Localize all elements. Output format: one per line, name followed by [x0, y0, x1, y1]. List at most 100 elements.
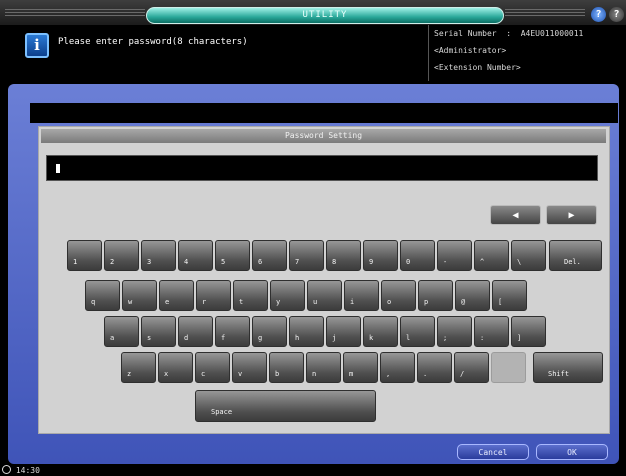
ok-button[interactable]: OK — [536, 444, 608, 460]
key-4-3[interactable]: c — [195, 352, 230, 383]
key-3-10[interactable]: ; — [437, 316, 472, 347]
header-stripes-right — [505, 9, 585, 17]
key-label: 1 — [73, 258, 78, 266]
key-label: \ — [517, 258, 522, 266]
key-label: c — [201, 370, 206, 378]
key-label: q — [91, 298, 96, 306]
key-2-11[interactable]: @ — [455, 280, 490, 311]
clock-time: 14:30 — [15, 466, 40, 475]
key-1-4[interactable]: 4 — [178, 240, 213, 271]
key-label: k — [369, 334, 374, 342]
key-label: s — [147, 334, 152, 342]
key-label: : — [480, 334, 485, 342]
key-label: l — [406, 334, 411, 342]
key-3-12[interactable]: ] — [511, 316, 546, 347]
key-2-3[interactable]: e — [159, 280, 194, 311]
delete-key[interactable]: Del. — [549, 240, 602, 271]
key-label: ; — [443, 334, 448, 342]
key-1-2[interactable]: 2 — [104, 240, 139, 271]
key-4-11 — [491, 352, 526, 383]
key-2-5[interactable]: t — [233, 280, 268, 311]
key-3-5[interactable]: g — [252, 316, 287, 347]
key-1-8[interactable]: 8 — [326, 240, 361, 271]
key-1-9[interactable]: 9 — [363, 240, 398, 271]
space-key[interactable]: Space — [195, 390, 376, 422]
shift-key[interactable]: Shift — [533, 352, 603, 383]
key-3-8[interactable]: k — [363, 316, 398, 347]
key-label: Shift — [548, 370, 570, 378]
key-1-5[interactable]: 5 — [215, 240, 250, 271]
key-1-11[interactable]: - — [437, 240, 472, 271]
status-bar: 14:30 — [0, 465, 626, 475]
cursor-right-button[interactable]: ▶ — [546, 205, 597, 225]
key-label: 0 — [406, 258, 411, 266]
key-2-2[interactable]: w — [122, 280, 157, 311]
cursor-left-button[interactable]: ◀ — [490, 205, 541, 225]
key-label: d — [184, 334, 189, 342]
key-4-6[interactable]: n — [306, 352, 341, 383]
key-4-2[interactable]: x — [158, 352, 193, 383]
key-label: , — [386, 370, 391, 378]
key-3-3[interactable]: d — [178, 316, 213, 347]
utility-tab[interactable]: UTILITY — [146, 7, 504, 24]
key-4-8[interactable]: , — [380, 352, 415, 383]
key-4-7[interactable]: m — [343, 352, 378, 383]
help-icon[interactable]: ? — [591, 7, 606, 22]
key-1-13[interactable]: \ — [511, 240, 546, 271]
key-3-4[interactable]: f — [215, 316, 250, 347]
key-2-7[interactable]: u — [307, 280, 342, 311]
frame-header-band — [30, 103, 618, 123]
key-4-4[interactable]: v — [232, 352, 267, 383]
key-1-3[interactable]: 3 — [141, 240, 176, 271]
key-label: a — [110, 334, 115, 342]
key-3-6[interactable]: h — [289, 316, 324, 347]
key-4-5[interactable]: b — [269, 352, 304, 383]
key-2-1[interactable]: q — [85, 280, 120, 311]
key-label: 3 — [147, 258, 152, 266]
key-3-11[interactable]: : — [474, 316, 509, 347]
serial-label: Serial Number — [434, 29, 497, 38]
key-4-1[interactable]: z — [121, 352, 156, 383]
key-2-4[interactable]: r — [196, 280, 231, 311]
key-2-8[interactable]: i — [344, 280, 379, 311]
extension-label: <Extension Number> — [434, 63, 521, 72]
serial-number-line: Serial Number : A4EU011000011 — [434, 29, 584, 38]
key-1-12[interactable]: ^ — [474, 240, 509, 271]
key-2-12[interactable]: [ — [492, 280, 527, 311]
key-label: 4 — [184, 258, 189, 266]
key-label: 2 — [110, 258, 115, 266]
key-label: 5 — [221, 258, 226, 266]
key-2-9[interactable]: o — [381, 280, 416, 311]
key-label: f — [221, 334, 226, 342]
key-label: w — [128, 298, 133, 306]
key-label: ] — [517, 334, 522, 342]
key-4-10[interactable]: / — [454, 352, 489, 383]
key-1-6[interactable]: 6 — [252, 240, 287, 271]
key-2-10[interactable]: p — [418, 280, 453, 311]
key-4-9[interactable]: . — [417, 352, 452, 383]
cancel-button[interactable]: Cancel — [457, 444, 529, 460]
key-label: 7 — [295, 258, 300, 266]
key-3-2[interactable]: s — [141, 316, 176, 347]
key-label: y — [276, 298, 281, 306]
key-1-1[interactable]: 1 — [67, 240, 102, 271]
question-icon[interactable]: ? — [609, 7, 624, 22]
key-3-7[interactable]: j — [326, 316, 361, 347]
password-input[interactable] — [46, 155, 598, 181]
panel-title: Password Setting — [41, 129, 606, 143]
header-stripes-left — [5, 9, 145, 17]
key-label: p — [424, 298, 429, 306]
info-icon: i — [25, 33, 49, 58]
key-1-7[interactable]: 7 — [289, 240, 324, 271]
key-label: e — [165, 298, 170, 306]
key-2-6[interactable]: y — [270, 280, 305, 311]
key-label: . — [423, 370, 428, 378]
key-1-10[interactable]: 0 — [400, 240, 435, 271]
key-label: b — [275, 370, 280, 378]
key-label: g — [258, 334, 263, 342]
key-label: x — [164, 370, 169, 378]
key-label: o — [387, 298, 392, 306]
key-3-9[interactable]: l — [400, 316, 435, 347]
space-key-label: Space — [211, 408, 233, 416]
key-3-1[interactable]: a — [104, 316, 139, 347]
